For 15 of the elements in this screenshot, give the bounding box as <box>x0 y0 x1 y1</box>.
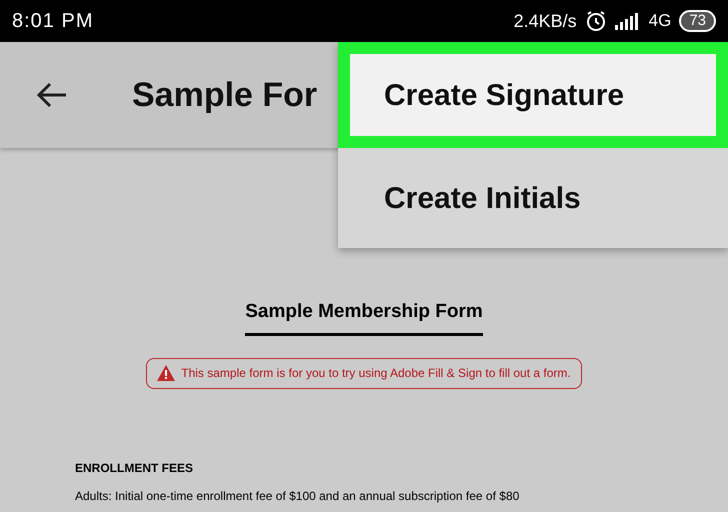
page-title: Sample For <box>132 74 318 116</box>
section-heading: ENROLLMENT FEES <box>75 460 194 476</box>
network-type: 4G <box>648 10 672 32</box>
network-speed: 2.4KB/s <box>514 10 577 32</box>
document-title: Sample Membership Form <box>245 298 483 336</box>
battery-indicator: 73 <box>679 10 716 32</box>
fee-text: Adults: Initial one-time enrollment fee of $100 and an annual subscription fee of $80 <box>75 488 520 504</box>
back-icon[interactable] <box>36 81 68 109</box>
status-time: 8:01 PM <box>12 9 94 34</box>
menu-item[interactable]: Create Initials <box>338 148 728 248</box>
notice-text: This sample form is for you to try using Adobe Fill & Sign to fill out a form. <box>181 365 571 382</box>
warning-icon <box>157 365 176 381</box>
signal-icon <box>614 12 641 30</box>
alarm-clock-icon <box>584 10 607 32</box>
menu-item[interactable]: Create Signature <box>338 42 728 148</box>
